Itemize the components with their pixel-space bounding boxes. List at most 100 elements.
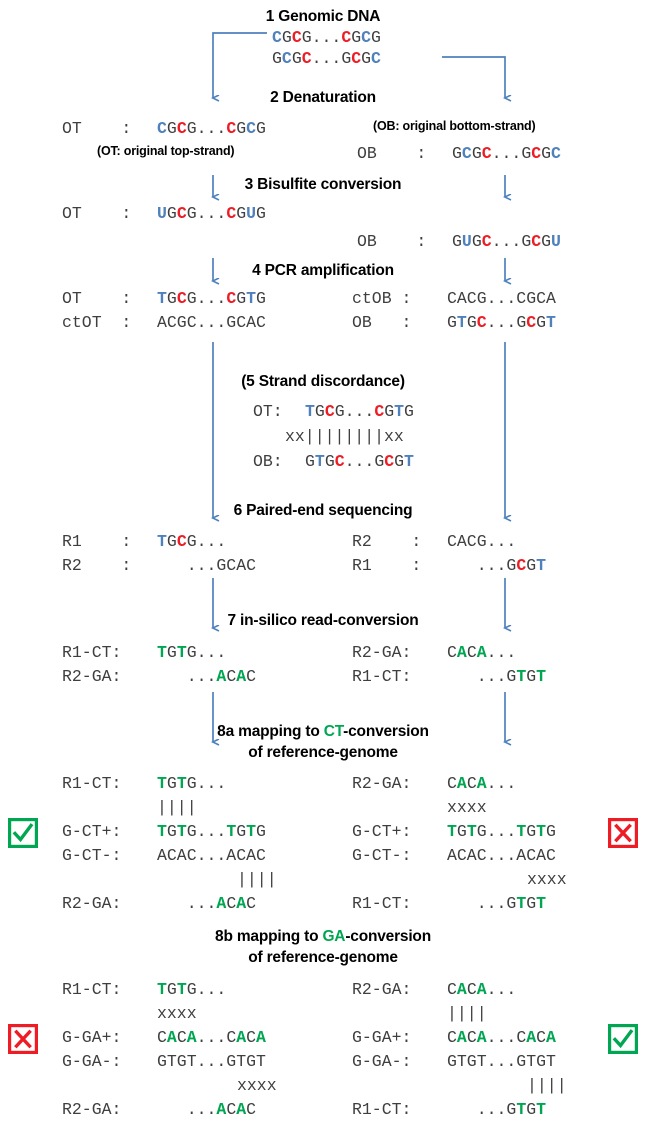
step8b-left-ggaplus-label: G-GA+:	[62, 1028, 122, 1047]
step8a-left-r1ct-sequence: TGTG...	[157, 774, 227, 793]
step8b-right-r2ga-label: R2-GA:	[352, 980, 412, 999]
step8a-right-r2ga-label: R2-GA:	[352, 774, 412, 793]
step7-left-r1ct-sequence: TGTG...	[157, 643, 227, 662]
step1-top-strand: CGCG...CGCG	[272, 28, 381, 47]
step4-ctob-label: ctOB :	[352, 289, 412, 308]
step2-ot-label: OT :	[62, 119, 132, 138]
step6-title: 6 Paired-end sequencing	[233, 502, 413, 519]
step4-ob-sequence: GTGC...GCGT	[447, 313, 556, 332]
step8a-left-match-top: ||||	[157, 798, 197, 817]
step8a-right-r1ct-label: R1-CT:	[352, 894, 412, 913]
step8b-left-r2ga-label: R2-GA:	[62, 1100, 122, 1119]
step3-ot-label: OT :	[62, 204, 132, 223]
step8b-title-highlight: GA	[322, 928, 346, 945]
step8a-right-gctminus-sequence: ACAC...ACAC	[447, 846, 556, 865]
step8b-right-ggaplus-sequence: CACA...CACA	[447, 1028, 556, 1047]
step7-right-r1ct-label: R1-CT:	[352, 667, 412, 686]
step7-left-r2ga-sequence: ...ACAC	[157, 667, 257, 686]
step4-ctot-label: ctOT :	[62, 313, 132, 332]
step8b-left-ggaplus-sequence: CACA...CACA	[157, 1028, 266, 1047]
step8a-left-r2ga-sequence: ...ACAC	[157, 894, 257, 913]
ot-legend: (OT: original top-strand)	[97, 144, 235, 158]
step7-left-r1ct-label: R1-CT:	[62, 643, 122, 662]
step8b-left-r2ga-sequence: ...ACAC	[157, 1100, 257, 1119]
step8b-right-ggaplus-label: G-GA+:	[352, 1028, 412, 1047]
step8a-left-match-bottom: ||||	[237, 870, 277, 889]
step8a-right-match-top: xxxx	[447, 798, 487, 817]
step8a-right-match-bottom: xxxx	[527, 870, 567, 889]
step6-left-r1-sequence: TGCG...	[157, 532, 227, 551]
step5-match-line: xx||||||||xx	[285, 427, 404, 446]
step8b-right-r1ct-sequence: ...GTGT	[447, 1100, 547, 1119]
step8a-left-gctplus-label: G-CT+:	[62, 822, 122, 841]
step4-title: 4 PCR amplification	[252, 262, 394, 279]
step4-ot-label: OT :	[62, 289, 132, 308]
step8b-left-match-top: xxxx	[157, 1004, 197, 1023]
step8a-right-cross-icon	[608, 818, 638, 848]
step8a-left-gctminus-sequence: ACAC...ACAC	[157, 846, 266, 865]
step6-right-r1-sequence: ...GCGT	[447, 556, 547, 575]
step8b-right-r1ct-label: R1-CT:	[352, 1100, 412, 1119]
step5-ob-sequence: GTGC...GCGT	[305, 452, 414, 471]
step4-ctot-sequence: ACGC...GCAC	[157, 313, 266, 332]
step8b-right-match-bottom: ||||	[527, 1076, 567, 1095]
step8a-left-gctminus-label: G-CT-:	[62, 846, 122, 865]
step6-right-r2-label: R2 :	[352, 532, 422, 551]
step1-bottom-strand: GCGC...GCGC	[272, 49, 381, 68]
step8b-right-check-icon	[608, 1024, 638, 1054]
step3-ob-sequence: GUGC...GCGU	[452, 232, 561, 251]
step8b-left-r1ct-sequence: TGTG...	[157, 980, 227, 999]
step8a-right-gctminus-label: G-CT-:	[352, 846, 412, 865]
step8b-title-suffix: -conversion	[345, 928, 431, 945]
step8a-title-line2: of reference-genome	[248, 744, 398, 761]
step5-ot-sequence: TGCG...CGTG	[305, 402, 414, 421]
step5-ot-label: OT:	[253, 402, 283, 421]
step8b-right-ggaminus-sequence: GTGT...GTGT	[447, 1052, 556, 1071]
step8a-title-line1: 8a mapping to CT-conversion	[0, 723, 646, 741]
step3-title: 3 Bisulfite conversion	[244, 176, 402, 193]
step6-left-r2-label: R2 :	[62, 556, 132, 575]
step2-ob-label: OB :	[357, 144, 427, 163]
step8b-title-line2: of reference-genome	[248, 949, 398, 966]
step1-title: 1 Genomic DNA	[265, 8, 381, 25]
step3-ot-sequence: UGCG...CGUG	[157, 204, 266, 223]
step4-ctob-sequence: CACG...CGCA	[447, 289, 556, 308]
step6-right-r2-sequence: CACG...	[447, 532, 517, 551]
ob-legend: (OB: original bottom-strand)	[373, 119, 536, 133]
step8b-left-ggaminus-sequence: GTGT...GTGT	[157, 1052, 266, 1071]
step4-ob-label: OB :	[352, 313, 412, 332]
step8b-left-r1ct-label: R1-CT:	[62, 980, 122, 999]
step8b-title-line1: 8b mapping to GA-conversion	[0, 928, 646, 946]
step6-left-r1-label: R1 :	[62, 532, 132, 551]
step2-title: 2 Denaturation	[270, 89, 376, 106]
step8b-left-cross-icon	[8, 1024, 38, 1054]
step8a-right-r1ct-sequence: ...GTGT	[447, 894, 547, 913]
step8b-left-ggaminus-label: G-GA-:	[62, 1052, 122, 1071]
step8b-right-r2ga-sequence: CACA...	[447, 980, 517, 999]
step7-right-r2ga-label: R2-GA:	[352, 643, 412, 662]
step3-ob-label: OB :	[357, 232, 427, 251]
step7-right-r1ct-sequence: ...GTGT	[447, 667, 547, 686]
step4-ot-sequence: TGCG...CGTG	[157, 289, 266, 308]
step8b-right-ggaminus-label: G-GA-:	[352, 1052, 412, 1071]
step8a-title-suffix: -conversion	[343, 723, 429, 740]
step8a-left-r2ga-label: R2-GA:	[62, 894, 122, 913]
step8a-title-prefix: 8a mapping to	[217, 723, 324, 740]
step2-ob-sequence: GCGC...GCGC	[452, 144, 561, 163]
step8a-left-gctplus-sequence: TGTG...TGTG	[157, 822, 266, 841]
diagram-canvas: 1 Genomic DNA CGCG...CGCG GCGC...GCGC 2 …	[0, 0, 646, 1142]
step7-left-r2ga-label: R2-GA:	[62, 667, 122, 686]
step7-right-r2ga-sequence: CACA...	[447, 643, 517, 662]
step8a-right-gctplus-label: G-CT+:	[352, 822, 412, 841]
step8b-left-match-bottom: xxxx	[237, 1076, 277, 1095]
step5-ob-label: OB:	[253, 452, 283, 471]
step6-left-r2-sequence: ...GCAC	[157, 556, 257, 575]
step5-title: (5 Strand discordance)	[241, 373, 405, 390]
step7-title: 7 in-silico read-conversion	[227, 612, 419, 629]
step8b-right-match-top: ||||	[447, 1004, 487, 1023]
step8a-left-r1ct-label: R1-CT:	[62, 774, 122, 793]
step8a-left-check-icon	[8, 818, 38, 848]
step6-right-r1-label: R1 :	[352, 556, 422, 575]
step8a-right-r2ga-sequence: CACA...	[447, 774, 517, 793]
step2-ot-sequence: CGCG...CGCG	[157, 119, 266, 138]
